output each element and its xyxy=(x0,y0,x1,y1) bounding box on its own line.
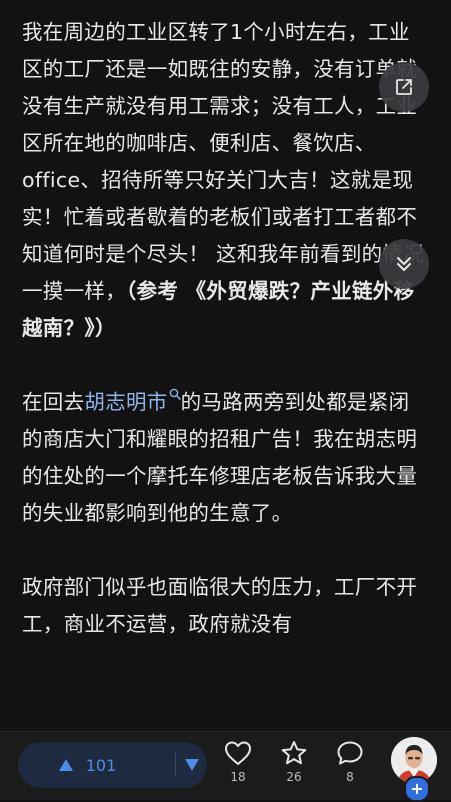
downvote-button[interactable] xyxy=(176,742,207,788)
paragraph-2-before: 在回去 xyxy=(22,390,85,414)
favorite-button[interactable]: 26 xyxy=(274,740,314,792)
triangle-up-icon xyxy=(58,759,73,771)
comment-button[interactable]: 8 xyxy=(330,740,370,792)
vote-pill: 101 xyxy=(18,742,207,788)
search-icon xyxy=(169,388,181,400)
share-out-icon xyxy=(396,79,412,95)
upvote-count: 101 xyxy=(85,755,117,775)
upvote-button[interactable]: 101 xyxy=(18,742,156,788)
scroll-down-button[interactable] xyxy=(379,239,429,289)
heart-icon xyxy=(225,741,251,765)
star-icon xyxy=(281,741,307,765)
comment-count: 8 xyxy=(346,770,354,784)
favorite-count: 26 xyxy=(286,770,302,784)
share-button[interactable] xyxy=(379,62,429,112)
follow-plus-button[interactable]: + xyxy=(404,776,430,802)
bottom-action-bar: 101 18 26 8 + xyxy=(0,731,451,802)
paragraph-3: 政府部门似乎也面临很大的压力，工厂不开工，商业不运营，政府就没有 xyxy=(22,569,429,643)
paragraph-1: 我在周边的工业区转了1个小时左右，工业区的工厂还是一如既往的安静，没有订单就没有… xyxy=(22,14,429,347)
paragraph-1-text: 我在周边的工业区转了1个小时左右，工业区的工厂还是一如既往的安静，没有订单就没有… xyxy=(22,20,425,303)
article-body: 我在周边的工业区转了1个小时左右，工业区的工厂还是一如既往的安静，没有订单就没有… xyxy=(22,14,429,680)
double-chevron-down-icon xyxy=(397,257,411,271)
like-count: 18 xyxy=(230,770,246,784)
triangle-down-icon xyxy=(184,759,199,771)
comment-bubble-icon xyxy=(337,741,363,765)
paragraph-3-text: 政府部门似乎也面临很大的压力，工厂不开工，商业不运营，政府就没有 xyxy=(22,575,418,636)
paragraph-2: 在回去胡志明市 的马路两旁到处都是紧闭的商店大门和耀眼的招租广告！我在胡志明的住处… xyxy=(22,384,429,532)
like-button[interactable]: 18 xyxy=(218,740,258,792)
hcmc-search-link[interactable]: 胡志明市 xyxy=(84,390,167,414)
